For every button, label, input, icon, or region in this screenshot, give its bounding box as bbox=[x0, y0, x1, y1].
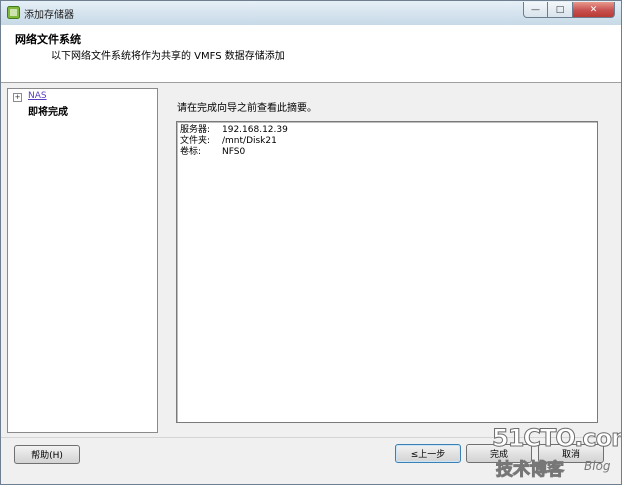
main-panel: 请在完成向导之前查看此摘要。 服务器: 192.168.12.39 文件夹: /… bbox=[161, 88, 613, 433]
summary-value: /mnt/Disk21 bbox=[222, 136, 277, 146]
add-storage-dialog: 添加存储器 — □ ✕ 网络文件系统 以下网络文件系统将作为共享的 VMFS 数… bbox=[0, 0, 622, 485]
page-title: 网络文件系统 bbox=[15, 33, 81, 46]
summary-label: 卷标: bbox=[180, 147, 202, 157]
app-icon bbox=[7, 6, 20, 19]
footer-divider bbox=[1, 437, 621, 438]
step-nas-link[interactable]: NAS bbox=[28, 91, 47, 101]
cancel-button[interactable]: 取消 bbox=[538, 444, 604, 463]
wizard-steps-tree: + NAS 即将完成 bbox=[7, 88, 158, 433]
wizard-header: 网络文件系统 以下网络文件系统将作为共享的 VMFS 数据存储添加 bbox=[1, 25, 621, 83]
minimize-button[interactable]: — bbox=[523, 2, 548, 18]
page-subtitle: 以下网络文件系统将作为共享的 VMFS 数据存储添加 bbox=[51, 51, 285, 62]
help-button[interactable]: 帮助(H) bbox=[14, 445, 80, 464]
close-button[interactable]: ✕ bbox=[573, 2, 615, 18]
summary-label: 文件夹: bbox=[180, 136, 211, 146]
summary-prompt: 请在完成向导之前查看此摘要。 bbox=[177, 103, 317, 114]
summary-value: 192.168.12.39 bbox=[222, 125, 288, 135]
finish-button[interactable]: 完成 bbox=[466, 444, 532, 463]
back-button[interactable]: ≤上一步 bbox=[395, 444, 461, 463]
summary-value: NFS0 bbox=[222, 147, 246, 157]
step-ready-to-complete: 即将完成 bbox=[28, 107, 68, 118]
maximize-button[interactable]: □ bbox=[548, 2, 573, 18]
summary-row-volume-label: 卷标: NFS0 bbox=[180, 147, 245, 158]
title-bar[interactable]: 添加存储器 — □ ✕ bbox=[1, 1, 621, 26]
expand-icon[interactable]: + bbox=[13, 93, 22, 102]
summary-box[interactable]: 服务器: 192.168.12.39 文件夹: /mnt/Disk21 卷标: … bbox=[176, 121, 598, 423]
summary-row-folder: 文件夹: /mnt/Disk21 bbox=[180, 136, 277, 147]
summary-row-server: 服务器: 192.168.12.39 bbox=[180, 125, 288, 136]
summary-label: 服务器: bbox=[180, 125, 211, 135]
caption-buttons: — □ ✕ bbox=[523, 2, 615, 19]
window-title: 添加存储器 bbox=[24, 10, 74, 21]
